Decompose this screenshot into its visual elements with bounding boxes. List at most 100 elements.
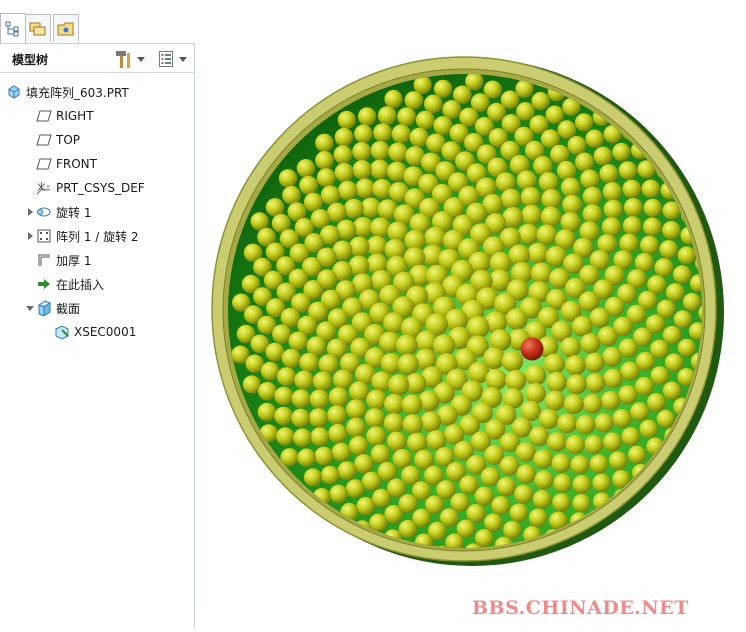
ball <box>643 198 662 218</box>
part-icon <box>6 84 22 100</box>
model-tree: 填充阵列_603.PRT RIGHT TOP FRONT x PRT_CSYS_DEF 旋转… <box>0 80 194 344</box>
ball <box>274 386 294 406</box>
tree-item[interactable]: 截面 <box>0 296 194 320</box>
favorites-tab-icon <box>57 22 74 35</box>
ball <box>601 217 622 237</box>
ball <box>346 399 367 420</box>
tree-item[interactable]: x PRT_CSYS_DEF <box>0 176 194 200</box>
ball <box>603 432 622 452</box>
ball <box>352 160 372 180</box>
tree-item[interactable]: TOP <box>0 128 194 152</box>
ball <box>315 151 334 170</box>
ball <box>355 178 375 199</box>
ball <box>551 453 571 473</box>
ball <box>627 445 647 464</box>
ball <box>635 376 654 396</box>
ball <box>630 402 649 421</box>
ball <box>656 409 675 428</box>
tree-item-label: 在此插入 <box>56 277 105 292</box>
ball <box>320 185 340 205</box>
ball <box>420 411 442 433</box>
tree-item[interactable]: RIGHT <box>0 104 194 128</box>
ball <box>584 435 604 454</box>
ball <box>372 488 391 508</box>
tree-item[interactable]: 在此插入 <box>0 272 194 296</box>
ball <box>620 361 640 381</box>
ball <box>501 350 524 373</box>
expand-arrow-icon[interactable] <box>24 230 36 242</box>
ball <box>314 446 334 466</box>
ball <box>402 414 423 435</box>
graphics-viewport[interactable]: BBS.CHINADE.NET <box>196 0 746 629</box>
ball <box>503 520 522 539</box>
ball <box>407 432 427 453</box>
tree-item-label: TOP <box>56 133 81 147</box>
ball <box>560 212 581 232</box>
tab-model-tree[interactable] <box>0 13 26 43</box>
tree-item-label: 截面 <box>56 301 81 316</box>
ball <box>293 428 312 448</box>
ball <box>370 159 390 180</box>
ball <box>589 307 610 328</box>
ball <box>345 479 365 498</box>
expand-arrow-icon[interactable] <box>24 206 36 218</box>
ball <box>621 427 641 446</box>
ball <box>509 503 529 522</box>
ball <box>545 105 564 124</box>
revolve-icon <box>36 204 52 220</box>
ball <box>397 107 416 127</box>
collapse-arrow-icon[interactable] <box>24 302 36 314</box>
ball <box>623 198 643 217</box>
ball <box>643 217 662 237</box>
tree-item[interactable]: 填充阵列_603.PRT <box>0 80 194 104</box>
ball <box>547 432 567 452</box>
highlighted-ball[interactable] <box>520 337 544 361</box>
ball <box>334 162 354 183</box>
ball <box>593 146 613 166</box>
tree-item[interactable]: 加厚 1 <box>0 248 194 272</box>
ball <box>580 169 600 189</box>
ball <box>327 405 347 425</box>
ball <box>639 419 658 439</box>
tree-item[interactable]: 旋转 1 <box>0 200 194 224</box>
ball <box>673 310 693 329</box>
thicken-icon <box>36 252 52 268</box>
ball <box>442 100 462 119</box>
ball <box>514 484 534 504</box>
ball <box>575 152 595 172</box>
ball <box>505 308 528 331</box>
model-tree-title: 模型树 <box>12 53 49 67</box>
datum-plane-icon <box>36 108 52 124</box>
ball <box>538 172 559 192</box>
ball <box>303 468 323 487</box>
ball <box>296 159 316 178</box>
tree-show-button[interactable] <box>158 49 187 69</box>
ball <box>318 354 339 375</box>
ball <box>338 180 358 201</box>
ball <box>563 394 584 414</box>
tree-item[interactable]: 阵列 1 / 旋转 2 <box>0 224 194 248</box>
ball <box>532 490 552 509</box>
left-panel: 模型树 填充阵列_603.PRT RIGHT TOP FRONT x PRT_CSYS_D… <box>0 0 195 629</box>
ball <box>297 448 316 467</box>
tree-settings-button[interactable] <box>114 49 145 69</box>
ball <box>331 442 351 462</box>
ball <box>500 188 522 210</box>
ball <box>276 427 295 446</box>
tree-item[interactable]: FRONT <box>0 152 194 176</box>
ball <box>662 221 681 240</box>
ball <box>600 391 621 411</box>
ball <box>582 186 603 207</box>
tree-item[interactable]: XSEC0001 <box>0 320 194 344</box>
ball <box>265 198 285 217</box>
model-render[interactable] <box>196 0 746 629</box>
ball <box>536 224 558 245</box>
tab-favorites[interactable] <box>53 14 79 42</box>
ball <box>529 426 549 447</box>
ball <box>370 217 391 238</box>
ball <box>622 179 642 199</box>
tab-folder-browser[interactable] <box>25 14 51 42</box>
ball <box>383 413 404 434</box>
